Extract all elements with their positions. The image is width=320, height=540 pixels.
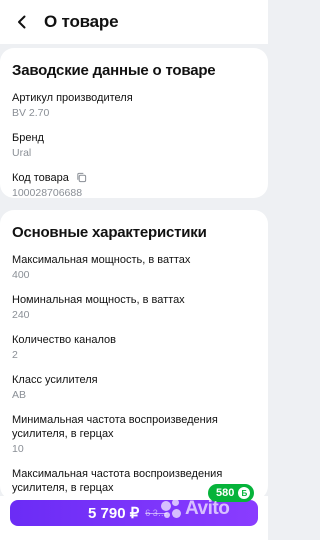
spec-label: Номинальная мощность, в ваттах (12, 294, 185, 306)
avito-watermark: Avito (160, 498, 230, 520)
spec-value: BV 2.70 (12, 107, 50, 119)
page-title: О товаре (44, 12, 119, 31)
spec-label: Минимальная частота воспроизведения усил… (12, 414, 218, 440)
spec-item: Класс усилителя AB (12, 373, 256, 402)
spec-value: Ural (12, 147, 32, 159)
spec-value: 400 (12, 269, 30, 281)
spec-item: Код товара 100028706688 (12, 171, 256, 200)
avito-logo-icon (160, 498, 182, 520)
spec-item: Максимальная мощность, в ваттах 400 (12, 253, 256, 282)
factory-data-title: Заводские данные о товаре (12, 62, 216, 79)
spec-value: 10 (12, 443, 24, 455)
watermark-text: Avito (185, 498, 230, 519)
factory-data-card: Заводские данные о товаре Артикул произв… (0, 48, 268, 200)
bonus-coin-icon: Б (238, 487, 251, 499)
spec-item: Артикул производителя BV 2.70 (12, 91, 256, 120)
spec-label: Бренд (12, 132, 44, 144)
main-specs-title: Основные характеристики (12, 224, 207, 241)
spec-label: Код товара (12, 172, 69, 184)
main-specs-card: Основные характеристики Максимальная мощ… (0, 210, 268, 509)
top-bar: О товаре (0, 0, 268, 44)
spec-item: Количество каналов 2 (12, 333, 256, 362)
spec-label: Максимальная мощность, в ваттах (12, 254, 191, 266)
spec-value: AB (12, 389, 27, 401)
chevron-left-icon (18, 15, 26, 29)
spec-label: Класс усилителя (12, 374, 98, 386)
copy-icon[interactable] (76, 172, 87, 183)
spec-item: Номинальная мощность, в ваттах 240 (12, 293, 256, 322)
spec-value: 2 (12, 349, 18, 361)
spec-item: Бренд Ural (12, 131, 256, 160)
cta-price: 5 790 ₽ (88, 505, 140, 522)
spec-label: Количество каналов (12, 334, 116, 346)
spec-label: Артикул производителя (12, 92, 133, 104)
spec-value: 100028706688 (12, 187, 83, 199)
spec-value: 240 (12, 309, 30, 321)
back-button[interactable] (4, 0, 40, 44)
spec-item: Минимальная частота воспроизведения усил… (12, 413, 256, 456)
product-code-label-row: Код товара (12, 171, 256, 185)
